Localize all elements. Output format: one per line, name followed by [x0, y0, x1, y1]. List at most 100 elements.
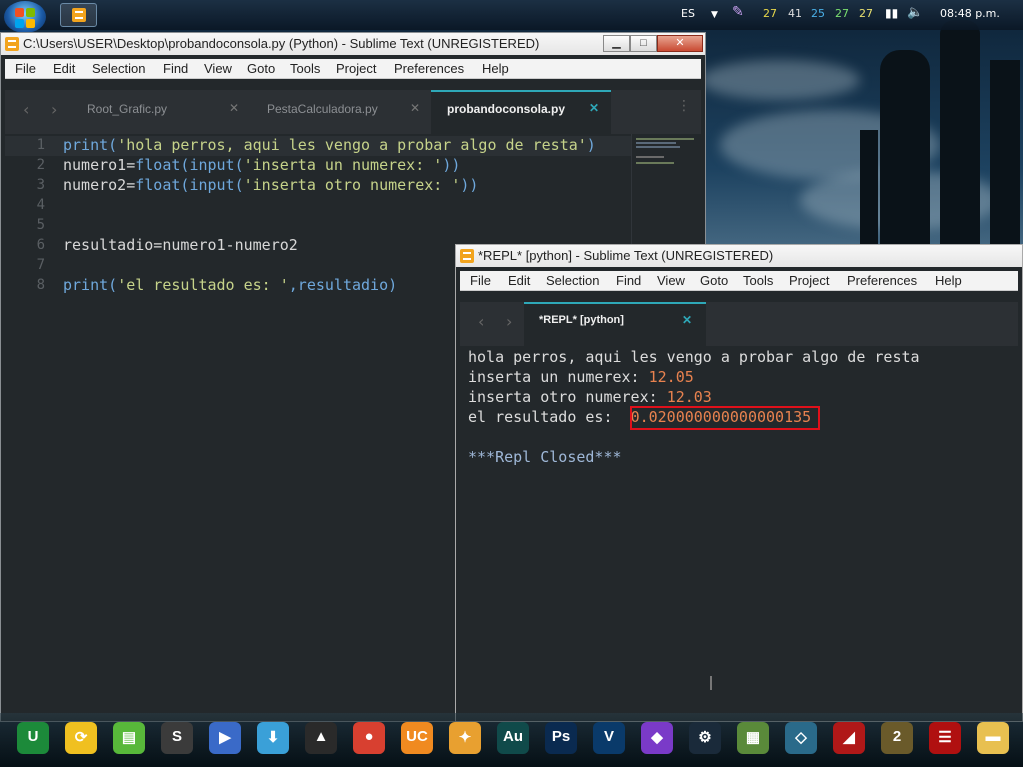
vegas-icon[interactable]: V	[593, 722, 625, 754]
chevron-down-icon[interactable]: ▼	[711, 10, 718, 20]
menu-preferences[interactable]: Preferences	[847, 271, 917, 291]
upwork-icon[interactable]: U	[17, 722, 49, 754]
audition-icon[interactable]: Au	[497, 722, 529, 754]
dock-glyph: ⟳	[74, 729, 88, 746]
menu-file[interactable]: File	[470, 271, 491, 291]
aimp-icon[interactable]: ▲	[305, 722, 337, 754]
close-icon[interactable]: ✕	[410, 101, 420, 115]
tray-counter-3[interactable]: 25	[811, 7, 825, 20]
menu-selection[interactable]: Selection	[546, 271, 599, 291]
output-line-1: hola perros, aqui les vengo a probar alg…	[468, 348, 920, 366]
tab-label: probandoconsola.py	[447, 102, 566, 116]
repl-output[interactable]: hola perros, aqui les vengo a probar alg…	[460, 346, 1018, 717]
menu-project[interactable]: Project	[336, 59, 376, 79]
line-number: 6	[36, 237, 45, 253]
menu-goto[interactable]: Goto	[700, 271, 728, 291]
menu-help[interactable]: Help	[935, 271, 962, 291]
crystal-icon[interactable]: ◇	[785, 722, 817, 754]
line-number: 8	[36, 277, 45, 293]
menu-help[interactable]: Help	[482, 59, 509, 79]
code-token: numero1=	[63, 156, 136, 174]
language-indicator[interactable]: ES	[681, 7, 695, 20]
tray-counter-4[interactable]: 27	[835, 7, 849, 20]
editor-menubar: File Edit Selection Find View Goto Tools…	[5, 59, 701, 79]
dock-glyph: ▬	[985, 728, 1001, 745]
line-number: 3	[36, 177, 45, 193]
dock-glyph: S	[171, 728, 182, 745]
tray-counter-2[interactable]: 41	[788, 7, 802, 20]
menu-file[interactable]: File	[15, 59, 36, 79]
menu-find[interactable]: Find	[616, 271, 641, 291]
menu-selection[interactable]: Selection	[92, 59, 145, 79]
dock-glyph: ◇	[795, 729, 807, 746]
chevron-left-icon[interactable]: ‹	[23, 100, 29, 119]
dock-glyph: ●	[364, 728, 374, 745]
close-icon[interactable]: ✕	[682, 313, 692, 327]
code-line-6: resultadio=numero1-numero2	[63, 236, 298, 254]
minimize-button[interactable]: ▁	[603, 35, 630, 52]
close-button[interactable]: ✕	[657, 35, 703, 52]
folder-icon[interactable]: ▬	[977, 722, 1009, 754]
steam-icon[interactable]: ⚙	[689, 722, 721, 754]
editor-window-title: C:\Users\USER\Desktop\probandoconsola.py…	[23, 36, 540, 51]
close-icon[interactable]: ✕	[589, 101, 599, 115]
close-icon[interactable]: ✕	[229, 101, 239, 115]
tab-label: Root_Grafic.py	[87, 102, 168, 116]
repl-titlebar[interactable]: *REPL* [python] - Sublime Text (UNREGIST…	[456, 245, 1022, 267]
chrome-icon[interactable]: ●	[353, 722, 385, 754]
pentagon-app-icon[interactable]: ◆	[641, 722, 673, 754]
start-button[interactable]	[4, 1, 46, 33]
chevron-right-icon[interactable]: ›	[506, 312, 512, 331]
menu-tools[interactable]: Tools	[290, 59, 320, 79]
menu-view[interactable]: View	[204, 59, 232, 79]
code-line-8: print('el resultado es: ',resultadio)	[63, 276, 397, 294]
tab-probandoconsola[interactable]: probandoconsola.py ✕	[431, 90, 611, 134]
menu-goto[interactable]: Goto	[247, 59, 275, 79]
code-token: float	[135, 176, 181, 194]
taskbar-sublime-button[interactable]	[60, 3, 97, 27]
output-line-2: inserta un numerex: 12.05	[468, 368, 694, 386]
tab-pestacalculadora[interactable]: PestaCalculadora.py ✕	[260, 90, 420, 134]
line-number: 2	[36, 157, 45, 173]
media-player-icon[interactable]: ▶	[209, 722, 241, 754]
minecraft-icon[interactable]: ▦	[737, 722, 769, 754]
app-store-icon[interactable]: ▤	[113, 722, 145, 754]
more-vertical-icon[interactable]: ⋮	[677, 98, 691, 114]
tab-repl-python[interactable]: *REPL* [python] ✕	[524, 302, 706, 346]
dock-glyph: ▤	[121, 729, 137, 746]
tab-root-grafic[interactable]: Root_Grafic.py ✕	[83, 90, 243, 134]
menu-find[interactable]: Find	[163, 59, 188, 79]
line-gutter: 1 2 3 4 5 6 7 8	[5, 134, 55, 717]
chevron-right-icon[interactable]: ›	[51, 100, 57, 119]
ccleaner-icon[interactable]: ☰	[929, 722, 961, 754]
dota2-icon[interactable]: ◢	[833, 722, 865, 754]
chevron-left-icon[interactable]: ‹	[478, 312, 484, 331]
left4dead2-icon[interactable]: 2	[881, 722, 913, 754]
menu-view[interactable]: View	[657, 271, 685, 291]
sublime-text-icon[interactable]: S	[161, 722, 193, 754]
internet-download-icon[interactable]: ⬇	[257, 722, 289, 754]
feather-icon[interactable]: ✎	[732, 4, 744, 20]
menu-project[interactable]: Project	[789, 271, 829, 291]
dock-glyph: ◢	[843, 729, 855, 746]
photoshop-icon[interactable]: Ps	[545, 722, 577, 754]
fl-studio-icon[interactable]: ✦	[449, 722, 481, 754]
clock[interactable]: 08:48 p.m.	[940, 7, 1000, 20]
menu-preferences[interactable]: Preferences	[394, 59, 464, 79]
editor-titlebar[interactable]: C:\Users\USER\Desktop\probandoconsola.py…	[1, 33, 705, 55]
dock-glyph: ⚙	[698, 729, 712, 746]
tray-counter-1[interactable]: 27	[763, 7, 777, 20]
menu-tools[interactable]: Tools	[743, 271, 773, 291]
code-token: print	[63, 136, 109, 154]
network-icon[interactable]: ▮▮	[885, 6, 898, 20]
volume-icon[interactable]: 🔈	[907, 5, 923, 20]
dock-glyph: ◆	[651, 729, 663, 746]
tray-counter-5[interactable]: 27	[859, 7, 873, 20]
menu-edit[interactable]: Edit	[53, 59, 75, 79]
menu-edit[interactable]: Edit	[508, 271, 530, 291]
minimap[interactable]	[631, 134, 703, 254]
uc-browser-icon[interactable]: UC	[401, 722, 433, 754]
dock-glyph: ⬇	[266, 729, 280, 746]
maximize-button[interactable]: □	[630, 35, 657, 52]
sync-icon[interactable]: ⟳	[65, 722, 97, 754]
